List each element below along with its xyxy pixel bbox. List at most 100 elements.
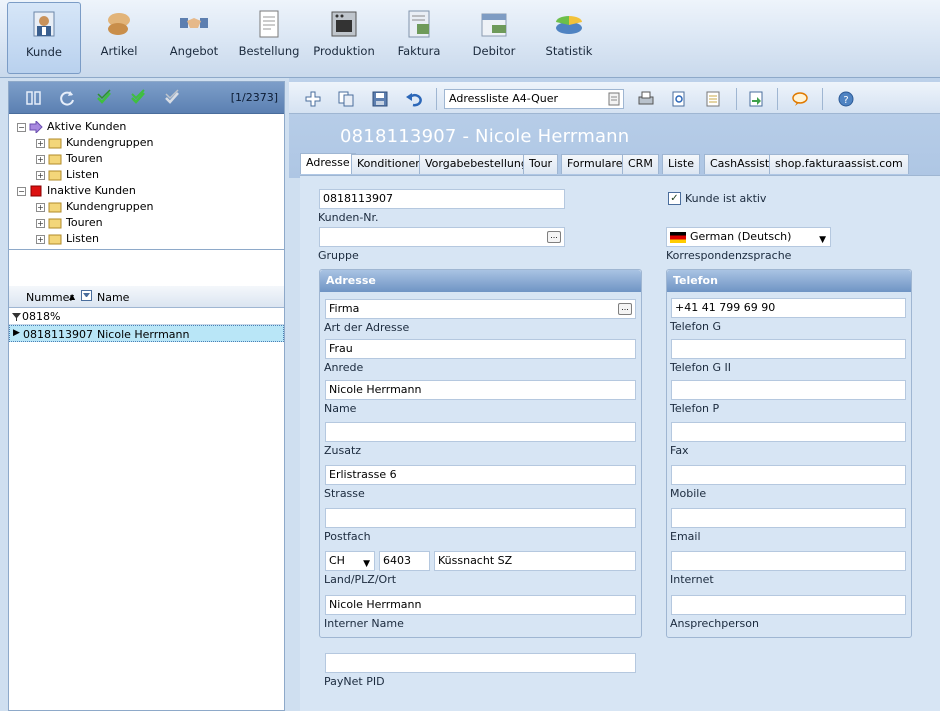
columns-icon[interactable] — [25, 89, 43, 107]
email-field[interactable] — [671, 508, 906, 528]
report-list-icon[interactable] — [606, 91, 622, 107]
paynet-pid-field[interactable] — [325, 653, 636, 673]
interner-name-field[interactable]: Nicole Herrmann — [325, 595, 636, 615]
internet-field[interactable] — [671, 551, 906, 571]
ribbon-produktion-button[interactable]: Produktion — [307, 2, 381, 74]
art-der-adresse-field[interactable]: Firma ... — [325, 299, 636, 319]
browse-icon[interactable]: ... — [618, 303, 632, 315]
toolbar-separator — [822, 88, 823, 110]
telefon-g2-field[interactable] — [671, 339, 906, 359]
toolbar-separator — [436, 88, 437, 110]
tree-node-active-lists[interactable]: + Listen — [36, 167, 99, 183]
art-label: Art der Adresse — [324, 321, 410, 334]
land-select[interactable]: CH ▼ — [325, 551, 375, 571]
ansprechperson-field[interactable] — [671, 595, 906, 615]
paynet-pid-label: PayNet PID — [324, 675, 385, 688]
postfach-field[interactable] — [325, 508, 636, 528]
collapse-icon[interactable]: − — [17, 122, 26, 132]
ribbon-artikel-button[interactable]: Artikel — [82, 2, 156, 74]
postfach-label: Postfach — [324, 530, 371, 543]
ribbon-bestellung-button[interactable]: Bestellung — [232, 2, 306, 74]
copy-icon[interactable] — [337, 90, 355, 108]
expand-icon[interactable]: + — [36, 202, 45, 212]
name-field[interactable]: Nicole Herrmann — [325, 380, 636, 400]
filter-icon[interactable] — [81, 290, 92, 301]
tree-label-tours: Touren — [66, 152, 103, 165]
tab-adresse[interactable]: Adresse — [300, 153, 356, 174]
tab-konditionen[interactable]: Konditionen — [351, 154, 429, 174]
tab-liste[interactable]: Liste — [662, 154, 700, 174]
ribbon-debitor-button[interactable]: Debitor — [457, 2, 531, 74]
browse-icon[interactable]: ... — [547, 231, 561, 243]
anrede-field[interactable]: Frau — [325, 339, 636, 359]
check-icon[interactable] — [95, 89, 113, 107]
tree-node-inactive-lists[interactable]: + Listen — [36, 231, 99, 247]
tree-node-inactive-customers[interactable]: − Inaktive Kunden — [17, 183, 136, 199]
refresh-icon[interactable] — [58, 89, 76, 107]
expand-icon[interactable]: + — [36, 218, 45, 228]
tree-node-active-customers[interactable]: − Aktive Kunden — [17, 119, 126, 135]
report-select[interactable]: Adressliste A4-Quer — [444, 89, 624, 109]
tab-tour[interactable]: Tour — [523, 154, 559, 174]
telefon-g-label: Telefon G — [670, 320, 722, 333]
tree-node-inactive-tours[interactable]: + Touren — [36, 215, 103, 231]
tab-formulare[interactable]: Formulare — [561, 154, 629, 174]
print-preview-icon[interactable] — [670, 90, 688, 108]
tree-node-inactive-groups[interactable]: + Kundengruppen — [36, 199, 154, 215]
uncheck-icon[interactable] — [163, 89, 181, 107]
add-icon[interactable] — [304, 90, 322, 108]
tab-shop[interactable]: shop.fakturaassist.com — [769, 154, 909, 174]
expand-icon[interactable]: + — [36, 170, 45, 180]
chevron-down-icon[interactable]: ▼ — [363, 555, 370, 570]
sort-ascending-icon[interactable]: ▲ — [69, 292, 75, 301]
ribbon-kunde-button[interactable]: Kunde — [7, 2, 81, 74]
expand-icon[interactable]: + — [36, 154, 45, 164]
ribbon-faktura-button[interactable]: Faktura — [382, 2, 456, 74]
telefon-g-field[interactable]: +41 41 799 69 90 — [671, 298, 906, 318]
svg-text:?: ? — [843, 95, 848, 106]
detail-toolbar: Adressliste A4-Quer ? — [289, 82, 940, 114]
tree-label-groups: Kundengruppen — [66, 136, 154, 149]
tab-cashassist[interactable]: CashAssist — [704, 154, 776, 174]
collapse-icon[interactable]: − — [17, 186, 26, 196]
page-setup-icon[interactable] — [704, 90, 722, 108]
kunden-nr-field[interactable]: 0818113907 — [319, 189, 565, 209]
tab-vorgabebestellung[interactable]: Vorgabebestellung — [419, 154, 534, 174]
sprache-select[interactable]: German (Deutsch) ▼ — [666, 227, 831, 247]
chevron-down-icon[interactable]: ▼ — [819, 231, 826, 246]
comment-icon[interactable] — [791, 90, 809, 108]
zusatz-field[interactable] — [325, 422, 636, 442]
telefon-p-field[interactable] — [671, 380, 906, 400]
grid-filter-row[interactable]: 0818% — [9, 308, 284, 325]
table-row[interactable]: ▶ 0818113907 Nicole Herrmann — [9, 325, 284, 342]
check-all-icon[interactable] — [129, 89, 147, 107]
save-icon[interactable] — [371, 90, 389, 108]
plz-field[interactable]: 6403 — [379, 551, 430, 571]
ribbon-bestellung-label: Bestellung — [238, 44, 300, 58]
help-icon[interactable]: ? — [837, 90, 855, 108]
undo-icon[interactable] — [405, 90, 423, 108]
gruppe-field[interactable]: ... — [319, 227, 565, 247]
ort-field[interactable]: Küssnacht SZ — [434, 551, 636, 571]
strasse-field[interactable]: Erlistrasse 6 — [325, 465, 636, 485]
column-header-number[interactable]: Nummer — [26, 291, 74, 304]
export-icon[interactable] — [747, 90, 765, 108]
tab-crm[interactable]: CRM — [622, 154, 659, 174]
tree-node-active-groups[interactable]: + Kundengruppen — [36, 135, 154, 151]
kunde-aktiv-checkbox[interactable]: ✓ — [668, 192, 681, 205]
mobile-field[interactable] — [671, 465, 906, 485]
expand-icon[interactable]: + — [36, 138, 45, 148]
ribbon-statistik-button[interactable]: Statistik — [532, 2, 606, 74]
customer-navigator: [1/2373] − Aktive Kunden + Kundengruppen +… — [8, 81, 285, 711]
ribbon-angebot-button[interactable]: Angebot — [157, 2, 231, 74]
customer-detail-panel: Adressliste A4-Quer ? 0818113907 - Nicol… — [289, 78, 940, 711]
ribbon-angebot-label: Angebot — [169, 44, 219, 58]
folder-icon — [48, 170, 62, 181]
tree-node-active-tours[interactable]: + Touren — [36, 151, 103, 167]
column-header-name[interactable]: Name — [97, 291, 129, 304]
expand-icon[interactable]: + — [36, 234, 45, 244]
fax-field[interactable] — [671, 422, 906, 442]
gruppe-label: Gruppe — [318, 249, 359, 262]
german-flag-icon — [670, 231, 686, 243]
print-icon[interactable] — [637, 90, 655, 108]
